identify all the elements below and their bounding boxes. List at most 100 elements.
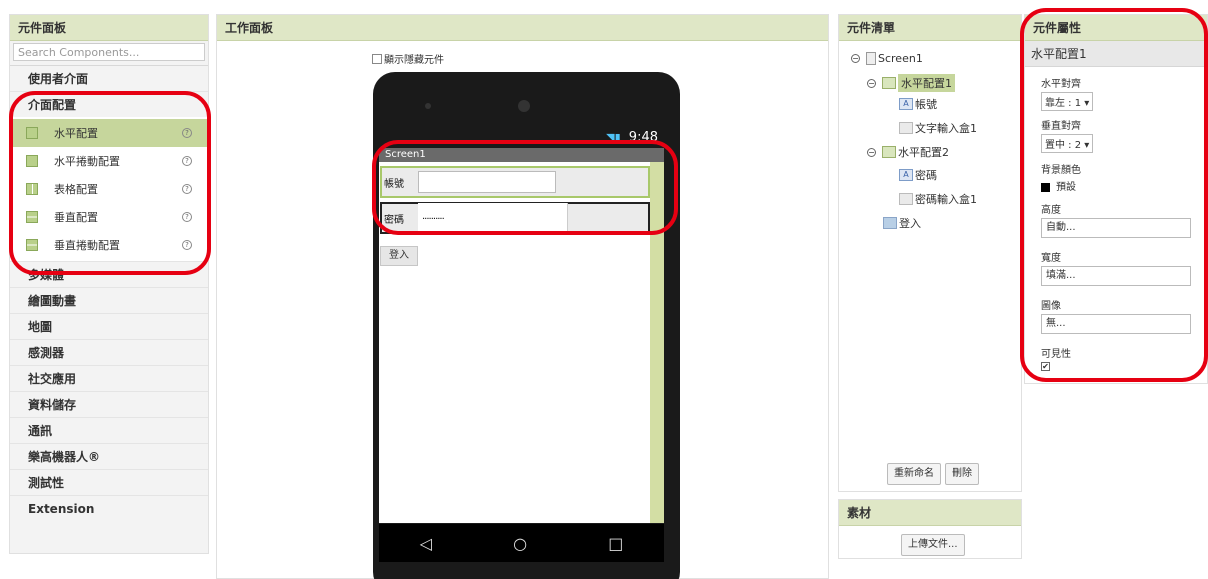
sensor-icon (425, 103, 431, 109)
tree-node-label: 水平配置1 (898, 74, 955, 92)
textbox-icon (899, 122, 913, 134)
properties-title: 元件屬性 (1025, 15, 1207, 41)
help-icon[interactable]: ? (182, 212, 192, 222)
prop-label: 寬度 (1041, 253, 1061, 264)
tree-node-horizontal-arrangement-1[interactable]: − 水平配置1 (867, 74, 955, 92)
category-extension[interactable]: Extension (10, 495, 208, 521)
password-textbox[interactable]: .......... (418, 203, 568, 233)
palette-item-table-arrangement[interactable]: 表格配置 ? (10, 175, 208, 203)
tree-node-password-label[interactable]: A 密碼 (899, 167, 937, 183)
back-icon[interactable]: ◁ (420, 534, 432, 553)
prop-label: 高度 (1041, 205, 1061, 216)
palette-item-horizontal-scroll-arrangement[interactable]: 水平捲動配置 ? (10, 147, 208, 175)
help-icon[interactable]: ? (182, 240, 192, 250)
home-icon[interactable]: ○ (513, 534, 527, 553)
account-textbox[interactable] (418, 171, 556, 193)
account-label[interactable]: 帳號 (384, 175, 418, 190)
status-bar: ◥▮ 9:48 (379, 128, 664, 148)
tree-node-label: 登入 (899, 217, 921, 230)
password-label[interactable]: 密碼 (384, 211, 418, 226)
screen-icon (866, 52, 876, 65)
palette-item-label: 垂直配置 (54, 211, 98, 224)
category-lego-mindstorms[interactable]: 樂高機器人® (10, 443, 208, 469)
tree-actions: 重新命名 刪除 (887, 463, 979, 485)
collapse-icon[interactable]: − (867, 78, 876, 88)
prop-visible: 可見性 ✔ (1041, 345, 1071, 371)
media-title: 素材 (839, 500, 1021, 526)
category-connectivity[interactable]: 通訊 (10, 417, 208, 443)
category-sensors[interactable]: 感測器 (10, 339, 208, 365)
horizontal-arrangement-icon (882, 146, 896, 158)
prop-height: 高度 自動... (1041, 201, 1191, 238)
category-storage[interactable]: 資料儲存 (10, 391, 208, 417)
palette-item-horizontal-arrangement[interactable]: 水平配置 ? (10, 119, 208, 147)
components-title: 元件清單 (839, 15, 1021, 41)
align-horizontal-select[interactable]: 靠左 : 1 ▾ (1041, 92, 1094, 111)
label-icon: A (899, 169, 913, 181)
tree-node-login-button[interactable]: 登入 (883, 215, 921, 231)
category-maps[interactable]: 地圖 (10, 313, 208, 339)
category-drawing-animation[interactable]: 繪圖動畫 (10, 287, 208, 313)
category-social[interactable]: 社交應用 (10, 365, 208, 391)
collapse-icon[interactable]: − (867, 147, 876, 157)
horizontal-arrangement-icon (26, 127, 38, 139)
horizontal-arrangement-1[interactable]: 帳號 (380, 166, 650, 198)
tree-node-textbox-1[interactable]: 文字輸入盒1 (899, 120, 977, 136)
width-field[interactable]: 填滿... (1041, 266, 1191, 286)
prop-label: 垂直對齊 (1041, 121, 1081, 132)
prop-label: 背景顏色 (1041, 165, 1081, 176)
selected-component-name: 水平配置1 (1025, 41, 1207, 67)
upload-file-button[interactable]: 上傳文件... (901, 534, 965, 556)
prop-image: 圖像 無... (1041, 297, 1191, 334)
status-time: 9:48 (628, 130, 658, 145)
tree-node-label: 水平配置2 (898, 146, 949, 159)
palette-item-vertical-arrangement[interactable]: 垂直配置 ? (10, 203, 208, 231)
search-components-input[interactable]: Search Components... (13, 43, 205, 61)
background-color-picker[interactable]: 預設 (1041, 178, 1081, 193)
help-icon[interactable]: ? (182, 184, 192, 194)
horizontal-scroll-arrangement-icon (26, 155, 38, 167)
category-user-interface[interactable]: 使用者介面 (10, 65, 208, 91)
checkbox-icon[interactable] (372, 53, 382, 64)
prop-align-horizontal: 水平對齊 靠左 : 1 ▾ (1041, 75, 1094, 111)
palette-item-vertical-scroll-arrangement[interactable]: 垂直捲動配置 ? (10, 231, 208, 259)
tree-node-label: 密碼輸入盒1 (915, 193, 977, 206)
recent-apps-icon[interactable]: □ (608, 534, 623, 553)
phone-mockup: ◥▮ 9:48 Screen1 帳號 密碼 .......... 登入 ◁ ○ … (373, 72, 680, 579)
tree-node-screen1[interactable]: − Screen1 (851, 52, 923, 65)
rename-button[interactable]: 重新命名 (887, 463, 941, 485)
visible-checkbox[interactable]: ✔ (1041, 362, 1050, 371)
prop-label: 水平對齊 (1041, 79, 1081, 90)
delete-button[interactable]: 刪除 (945, 463, 979, 485)
horizontal-arrangement-2[interactable]: 密碼 .......... (380, 202, 650, 234)
components-panel: 元件清單 − Screen1 − 水平配置1 A 帳號 文字輸入盒1 − 水平配… (838, 14, 1022, 492)
camera-icon (518, 100, 530, 112)
tree-node-password-textbox-1[interactable]: 密碼輸入盒1 (899, 191, 977, 207)
login-button[interactable]: 登入 (380, 246, 418, 266)
help-icon[interactable]: ? (182, 156, 192, 166)
category-experimental[interactable]: 測試性 (10, 469, 208, 495)
tree-node-label: 帳號 (915, 98, 937, 111)
tree-node-horizontal-arrangement-2[interactable]: − 水平配置2 (867, 144, 949, 160)
screen-title-bar: Screen1 (379, 148, 664, 162)
table-arrangement-icon (26, 183, 38, 195)
category-media[interactable]: 多媒體 (10, 261, 208, 287)
tree-node-account-label[interactable]: A 帳號 (899, 96, 937, 112)
image-field[interactable]: 無... (1041, 314, 1191, 334)
show-hidden-components-checkbox[interactable]: 顯示隱藏元件 (372, 51, 444, 66)
help-icon[interactable]: ? (182, 128, 192, 138)
palette-item-label: 水平捲動配置 (54, 155, 120, 168)
collapse-icon[interactable]: − (851, 54, 860, 63)
viewer-title: 工作面板 (217, 15, 828, 41)
palette-item-label: 水平配置 (54, 127, 98, 140)
prop-background-color: 背景顏色 預設 (1041, 161, 1081, 193)
palette-item-label: 垂直捲動配置 (54, 239, 120, 252)
media-panel: 素材 上傳文件... (838, 499, 1022, 559)
category-layout[interactable]: 介面配置 (10, 91, 208, 117)
label-icon: A (899, 98, 913, 110)
tree-node-label: 密碼 (915, 169, 937, 182)
align-vertical-select[interactable]: 置中 : 2 ▾ (1041, 134, 1094, 153)
height-field[interactable]: 自動... (1041, 218, 1191, 238)
palette-panel: 元件面板 Search Components... 使用者介面 介面配置 水平配… (9, 14, 209, 554)
prop-align-vertical: 垂直對齊 置中 : 2 ▾ (1041, 117, 1094, 153)
